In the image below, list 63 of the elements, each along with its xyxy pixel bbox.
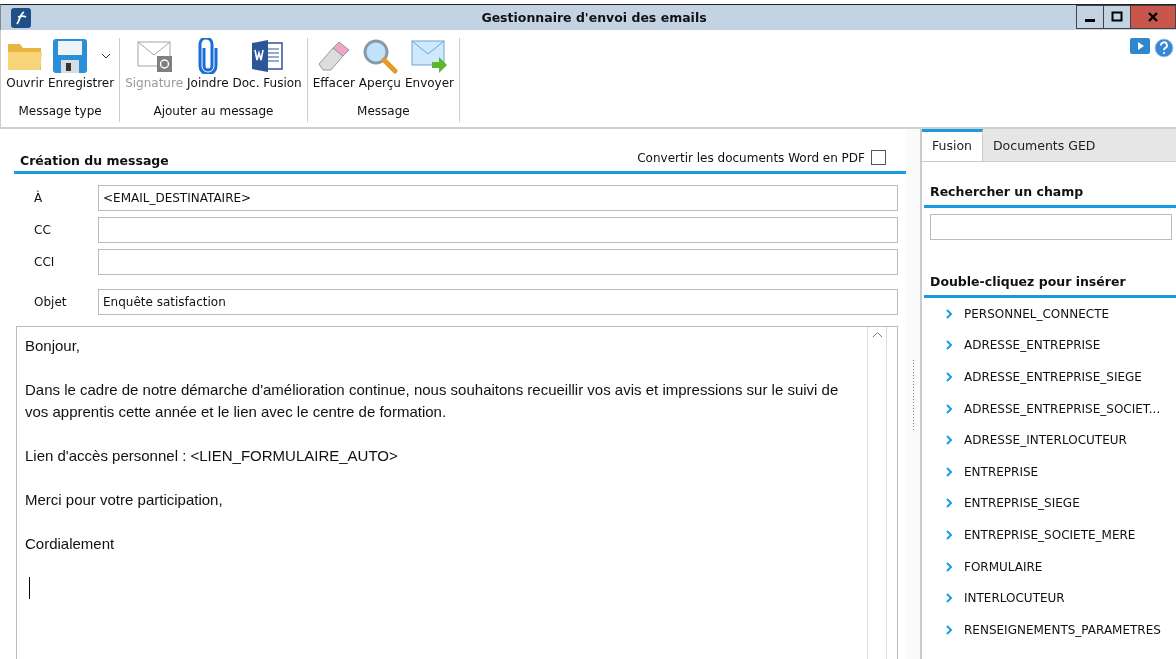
window-title: Gestionnaire d'envoi des emails xyxy=(480,10,708,25)
field-list-item[interactable]: FORMULAIRE xyxy=(924,550,1176,583)
envelope-arrow-icon xyxy=(410,38,449,74)
play-icon[interactable] xyxy=(1130,38,1150,54)
section-title: Double-cliquez pour insérer xyxy=(924,240,1176,298)
chevron-icon xyxy=(946,624,953,635)
minimize-icon xyxy=(1085,19,1095,22)
chevron-icon xyxy=(946,593,953,604)
field-list-item[interactable]: ADRESSE_ENTREPRISE_SOCIET... xyxy=(924,392,1176,425)
input-field[interactable] xyxy=(98,217,898,243)
field-list-item[interactable]: ENTREPRISE xyxy=(924,455,1176,488)
scroll-up-icon[interactable] xyxy=(871,331,883,339)
minimize-button[interactable] xyxy=(1076,5,1104,29)
help-icon[interactable] xyxy=(1154,38,1174,58)
field-list-item[interactable]: ADRESSE_INTERLOCUTEUR xyxy=(924,424,1176,456)
field-list-item[interactable]: ADRESSE_ENTREPRISE_SIEGE xyxy=(924,361,1176,393)
field-list-item[interactable]: ENTREPRISE_SIEGE xyxy=(924,487,1176,520)
maximize-icon xyxy=(1111,11,1123,23)
toolbar-button[interactable]: Doc. Fusion xyxy=(230,38,304,90)
input-field[interactable]: Enquête satisfaction xyxy=(98,289,898,315)
field-label: CC xyxy=(34,223,52,237)
envelope-icon xyxy=(135,38,174,74)
chevron-icon xyxy=(946,466,953,477)
input-field[interactable]: <EMAIL_DESTINATAIRE> xyxy=(98,185,898,211)
field-label: À xyxy=(34,191,44,205)
app-logo-icon xyxy=(11,7,31,28)
toolbar-button[interactable]: Joindre xyxy=(185,38,231,90)
search-field[interactable] xyxy=(930,214,1172,240)
field-list-item[interactable]: ADRESSE_ENTREPRISE xyxy=(924,329,1176,362)
field-label: Objet xyxy=(34,295,68,309)
chevron-icon xyxy=(946,498,953,509)
section-title: Création du message xyxy=(20,152,169,168)
chevron-icon xyxy=(946,372,953,382)
toolbar-button[interactable]: Enregistrer xyxy=(46,38,117,90)
input-field[interactable] xyxy=(98,249,898,275)
checkbox-label: Convertir les documents Word en PDF xyxy=(637,150,865,165)
maximize-button[interactable] xyxy=(1103,5,1131,29)
message-body-field[interactable]: Bonjour, Dans le cadre de notre démarche d'amélioration continue, nous souhaitons recueillir vos avis et impressions sur le suivi de vos apprentis cette année et le lien avec le centre de formation. Lien d'accès personnel : <LIEN_FORMULAIRE_AUTO> Merci pour votre participation, Cordialement xyxy=(16,326,898,659)
chevron-icon xyxy=(946,435,953,446)
chevron-icon xyxy=(946,308,953,319)
splitter-grip-icon[interactable] xyxy=(911,359,915,430)
close-icon xyxy=(1147,11,1159,23)
field-list-item[interactable]: PERSONNEL_CONNECTE xyxy=(924,298,1176,330)
toolbar-button[interactable]: Ouvrir xyxy=(4,38,46,90)
chevron-icon xyxy=(946,340,953,351)
toolbar-button[interactable]: Effacer xyxy=(310,38,357,90)
toolbar-button[interactable]: Envoyer xyxy=(402,38,456,90)
group-label: Ajouter au message xyxy=(153,104,274,120)
section-title: Rechercher un champ xyxy=(924,162,1176,208)
group-label: Message xyxy=(357,104,410,120)
field-list-item[interactable]: INTERLOCUTEUR xyxy=(924,582,1176,614)
caret-icon[interactable] xyxy=(101,53,112,59)
group-label: Message type xyxy=(18,104,102,120)
chevron-icon xyxy=(946,561,953,572)
field-label: CCI xyxy=(34,255,56,269)
tab[interactable]: Fusion xyxy=(922,129,983,161)
checkbox[interactable] xyxy=(871,150,886,165)
close-button[interactable] xyxy=(1130,5,1176,29)
field-list-item[interactable]: RENSEIGNEMENTS_PARAMETRES xyxy=(924,613,1176,646)
chevron-icon xyxy=(946,529,953,540)
toolbar-button[interactable]: Aperçu xyxy=(356,38,403,90)
field-list-item[interactable]: ENTREPRISE_SOCIETE_MERE xyxy=(924,519,1176,551)
chevron-icon xyxy=(946,403,953,414)
